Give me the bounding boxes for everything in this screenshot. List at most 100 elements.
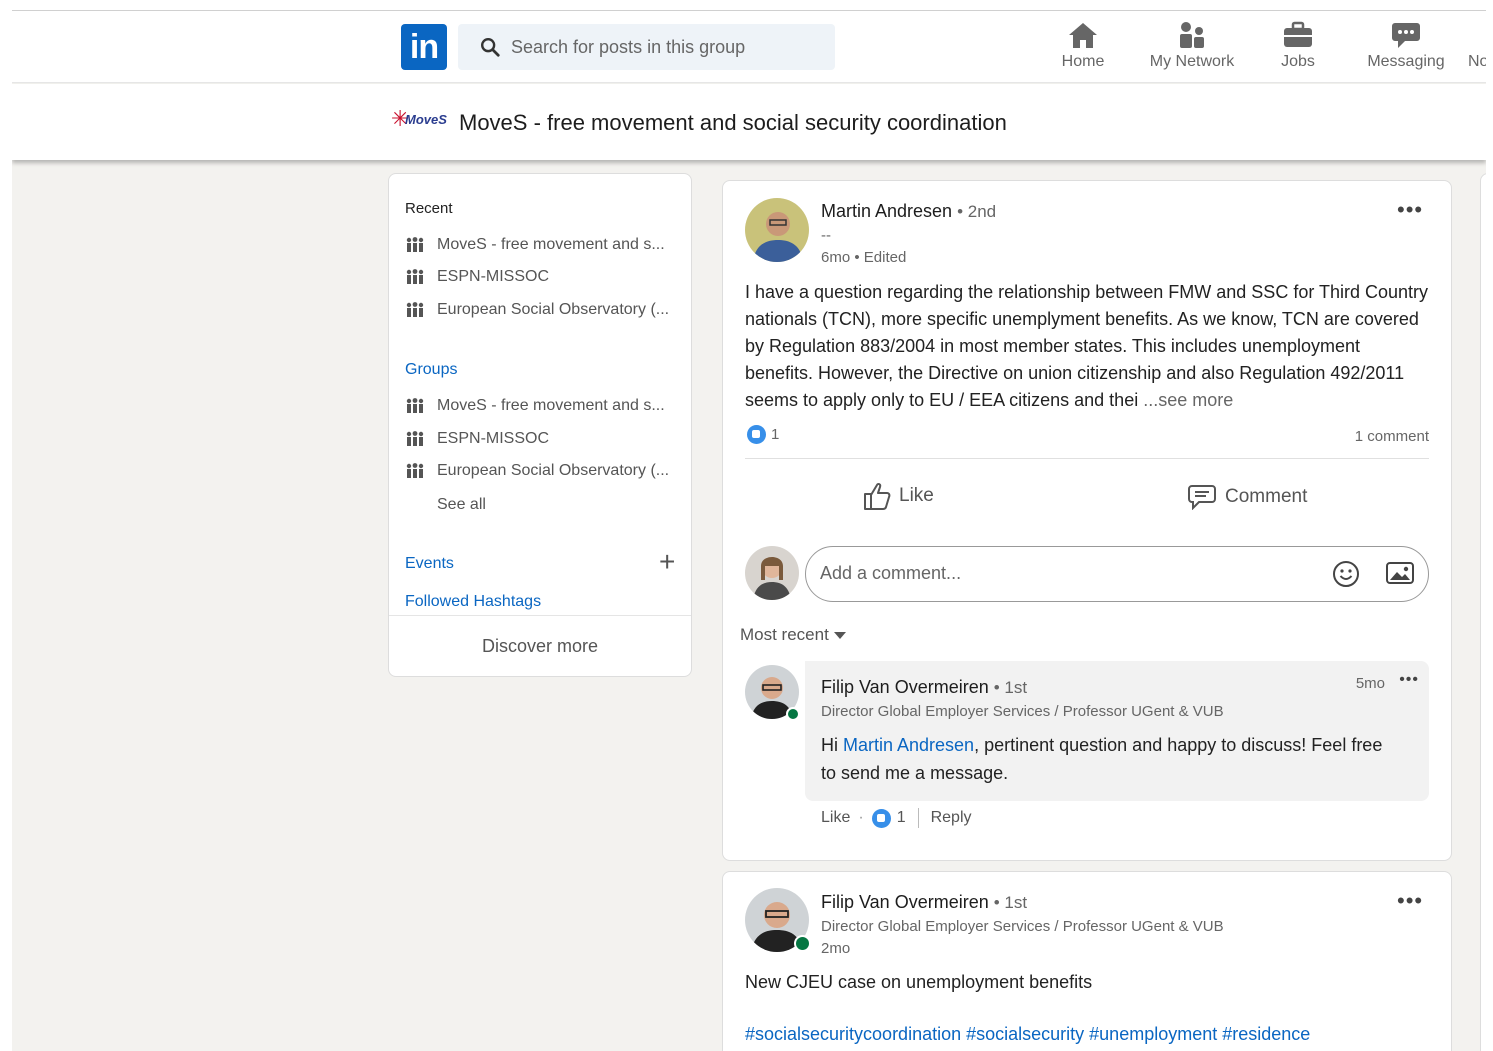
separator-dot: · [858,809,864,826]
recent-item-label: ESPN-MISSOC [437,268,550,285]
group-icon [406,269,424,284]
reply-button[interactable]: Reply [931,809,972,827]
nav-notifications-label: No [1468,53,1486,70]
mention-link[interactable]: Martin Andresen [843,735,974,755]
author-avatar[interactable] [745,198,809,262]
comment-icon [1188,485,1216,510]
add-event-plus-icon[interactable]: + [659,548,675,576]
like-label: Like [899,485,934,506]
nav-my-network-label: My Network [1149,53,1235,70]
comment-options-icon[interactable]: ••• [1399,672,1419,688]
post-text: New CJEU case on unemployment benefits [745,972,1093,992]
nav-home-label: Home [1061,53,1105,70]
group-item-label: European Social Observatory (... [437,462,670,479]
commenter-name[interactable]: Filip Van Overmeiren • 1st [821,677,1027,698]
comment-reaction-count[interactable]: 1 [897,809,906,827]
comment-button[interactable]: Comment [1187,484,1307,510]
like-reaction-icon [871,808,891,828]
nav-messaging[interactable]: Messaging [1365,21,1447,77]
avatar-photo-icon [745,546,799,600]
discover-more-button[interactable]: Discover more [389,615,691,677]
group-icon [406,463,424,478]
recent-item[interactable]: ESPN-MISSOC [405,268,549,286]
emoji-icon[interactable] [1332,560,1360,588]
search-bar[interactable] [458,24,835,70]
divider [917,808,919,828]
group-icon [406,302,424,317]
more-options-icon[interactable]: ••• [1397,890,1423,912]
author-name-text: Filip Van Overmeiren [821,892,989,912]
avatar-photo-icon [745,198,809,262]
group-icon [406,398,424,413]
post-meta: 6mo • Edited [821,249,907,266]
like-reaction-icon [747,425,766,444]
reaction-count[interactable]: 1 [747,425,779,444]
author-name[interactable]: Martin Andresen • 2nd [821,201,996,222]
post-meta: 2mo [821,940,851,957]
comment-input[interactable] [820,563,1300,584]
online-status-icon [786,707,800,721]
see-all-link[interactable]: See all [437,496,486,514]
reaction-count-text: 1 [771,426,780,443]
caret-down-icon [833,632,846,639]
recent-item-label: European Social Observatory (... [437,301,670,318]
comment-count[interactable]: 1 comment [1355,428,1429,445]
top-nav-bar: in Home My Network [12,11,1486,83]
like-button[interactable]: Like [863,481,934,511]
group-header: ✳ MoveS MoveS - free movement and social… [12,84,1486,160]
post-text-content: I have a question regarding the relation… [745,282,1429,410]
commenter-name-text: Filip Van Overmeiren [821,677,989,697]
group-item-label: ESPN-MISSOC [437,430,550,447]
nav-messaging-label: Messaging [1367,53,1445,70]
connection-degree: • 2nd [957,202,997,221]
author-name-text: Martin Andresen [821,201,953,221]
more-options-icon[interactable]: ••• [1397,199,1423,221]
post-text: I have a question regarding the relation… [745,279,1430,414]
connection-degree: • 1st [993,678,1028,697]
comment-text: Hi Martin Andresen, pertinent question a… [821,731,1401,787]
recent-heading: Recent [405,200,453,217]
recent-item[interactable]: European Social Observatory (... [405,301,669,319]
thumbs-up-icon [864,482,891,510]
nav-home[interactable]: Home [1052,21,1114,77]
recent-item-label: MoveS - free movement and s... [437,236,665,253]
home-icon [1069,23,1097,48]
comment-bubble: Filip Van Overmeiren • 1st 5mo ••• Direc… [805,661,1429,801]
author-name[interactable]: Filip Van Overmeiren • 1st [821,892,1027,913]
my-avatar[interactable] [745,546,799,600]
sort-dropdown[interactable]: Most recent [740,625,847,645]
app-frame: in Home My Network [12,10,1486,1051]
comment-like-button[interactable]: Like [821,809,850,827]
group-icon [406,237,424,252]
hashtags[interactable]: #socialsecuritycoordination #socialsecur… [745,1024,1310,1045]
image-icon[interactable] [1386,560,1414,586]
linkedin-logo-icon[interactable]: in [401,24,447,70]
divider [745,458,1429,459]
events-link[interactable]: Events [405,555,454,573]
comment-greeting: Hi [821,735,843,755]
left-sidebar: Recent MoveS - free movement and s... ES… [388,173,692,677]
group-item[interactable]: European Social Observatory (... [405,462,669,480]
groups-link[interactable]: Groups [405,361,457,379]
online-status-icon [794,935,811,952]
nav-jobs[interactable]: Jobs [1272,21,1324,77]
recent-item[interactable]: MoveS - free movement and s... [405,236,665,254]
post-card: Martin Andresen • 2nd -- 6mo • Edited ••… [722,180,1452,861]
comment-box[interactable] [805,546,1429,602]
group-item-label: MoveS - free movement and s... [437,397,665,414]
right-rail [1480,173,1486,1051]
group-item[interactable]: ESPN-MISSOC [405,430,549,448]
group-icon [406,431,424,446]
see-more-link[interactable]: ...see more [1143,390,1233,410]
messaging-icon [1392,23,1420,48]
followed-hashtags-link[interactable]: Followed Hashtags [405,593,541,611]
group-item[interactable]: MoveS - free movement and s... [405,397,665,415]
group-logo[interactable]: ✳ MoveS [391,106,453,138]
connection-degree: • 1st [993,893,1028,912]
group-title[interactable]: MoveS - free movement and social securit… [459,110,1007,136]
comment-label: Comment [1225,486,1308,507]
nav-notifications[interactable]: No [1468,21,1486,77]
search-input[interactable] [511,36,811,58]
nav-my-network[interactable]: My Network [1145,21,1239,77]
sort-label: Most recent [740,625,829,644]
